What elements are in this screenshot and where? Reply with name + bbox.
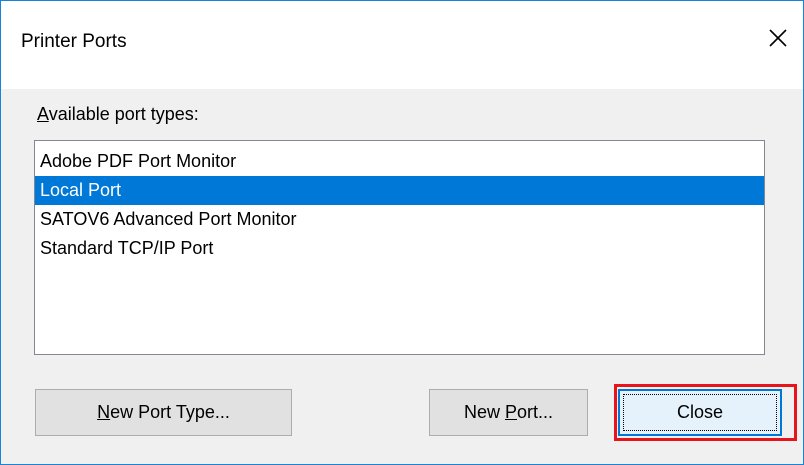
button-label-prefix: New xyxy=(463,402,505,422)
list-item-adobe-pdf-port-monitor[interactable]: Adobe PDF Port Monitor xyxy=(35,147,764,176)
access-key: P xyxy=(504,402,517,422)
list-item-satov6-advanced-port-monitor[interactable]: SATOV6 Advanced Port Monitor xyxy=(35,205,764,234)
button-label: ew Port Type... xyxy=(110,402,230,422)
new-port-type-button[interactable]: New Port Type... xyxy=(35,389,292,436)
available-port-types-label: Available port types: xyxy=(37,104,199,125)
port-types-listbox[interactable]: Adobe PDF Port Monitor Local Port SATOV6… xyxy=(34,140,765,355)
new-port-button[interactable]: New Port... xyxy=(429,389,588,436)
access-key: N xyxy=(97,402,111,422)
window-title: Printer Ports xyxy=(21,31,127,52)
label-access-key: A xyxy=(37,104,49,124)
list-item-local-port[interactable]: Local Port xyxy=(35,176,764,205)
title-bar: Printer Ports xyxy=(1,1,803,89)
button-label: ort... xyxy=(517,402,554,422)
printer-ports-dialog: Printer Ports Available port types: Adob… xyxy=(0,0,804,465)
window-close-button[interactable] xyxy=(763,23,793,53)
highlight-annotation xyxy=(614,384,797,441)
label-text: vailable port types: xyxy=(48,104,199,124)
list-item-standard-tcp-ip-port[interactable]: Standard TCP/IP Port xyxy=(35,234,764,263)
close-icon xyxy=(769,29,787,47)
